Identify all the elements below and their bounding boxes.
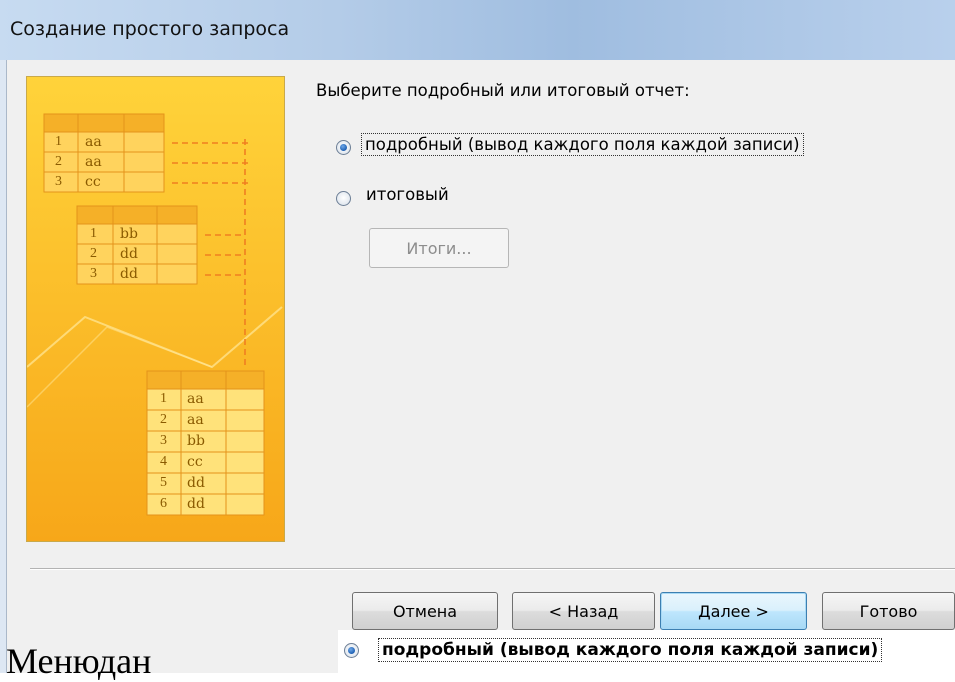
table-2-row-2-val: dd: [120, 246, 138, 262]
cancel-button[interactable]: Отмена: [352, 592, 498, 630]
table-1-row-2-val: aa: [85, 154, 102, 170]
table-3-row-2-val: aa: [187, 412, 204, 428]
prompt-label: Выберите подробный или итоговый отчет:: [316, 81, 690, 100]
table-1-row-3-num: 3: [55, 174, 62, 189]
window-title: Создание простого запроса: [10, 18, 290, 40]
table-3-row-6-num: 6: [160, 496, 167, 511]
radio-summary[interactable]: [336, 191, 351, 206]
table-1-row-3-val: cc: [85, 174, 101, 190]
bottom-option-strip: подробный (вывод каждого поля каждой зап…: [338, 630, 955, 673]
wizard-illustration: 1 aa 2 aa 3 cc 1 bb 2 dd 3 dd 1 aa 2 aa …: [26, 76, 285, 542]
table-2-row-3-val: dd: [120, 266, 138, 282]
table-3-row-5-num: 5: [160, 475, 167, 490]
table-3-row-1-val: aa: [187, 391, 204, 407]
table-3-row-2-num: 2: [160, 412, 167, 427]
title-bar: Создание простого запроса: [0, 0, 955, 61]
table-2-row-2-num: 2: [90, 246, 97, 261]
window-left-edge: [0, 60, 7, 673]
table-3-row-1-num: 1: [160, 391, 167, 406]
table-2-row-1-num: 1: [90, 226, 97, 241]
bottom-radio-detailed-label[interactable]: подробный (вывод каждого поля каждой зап…: [378, 638, 883, 662]
radio-detailed[interactable]: [336, 140, 351, 155]
summary-options-button[interactable]: Итоги...: [369, 228, 509, 268]
radio-detailed-label[interactable]: подробный (вывод каждого поля каждой зап…: [361, 133, 804, 156]
bottom-radio-detailed[interactable]: [344, 643, 359, 658]
finish-button[interactable]: Готово: [822, 592, 955, 630]
table-3-row-3-num: 3: [160, 433, 167, 448]
table-1-row-1-val: aa: [85, 134, 102, 150]
table-1-row-1-num: 1: [55, 134, 62, 149]
next-button[interactable]: Далее >: [660, 592, 807, 630]
table-2-row-1-val: bb: [120, 226, 138, 242]
table-3-row-4-num: 4: [160, 454, 167, 469]
radio-summary-label[interactable]: итоговый: [366, 185, 449, 204]
button-separator: [30, 568, 955, 570]
table-3-row-3-val: bb: [187, 433, 205, 449]
table-3-row-4-val: cc: [187, 454, 203, 470]
caption-text: Менюдан: [6, 641, 152, 681]
table-3-row-6-val: dd: [187, 496, 205, 512]
table-2-row-3-num: 3: [90, 266, 97, 281]
table-3-row-5-val: dd: [187, 475, 205, 491]
table-1-row-2-num: 2: [55, 154, 62, 169]
back-button[interactable]: < Назад: [512, 592, 655, 630]
